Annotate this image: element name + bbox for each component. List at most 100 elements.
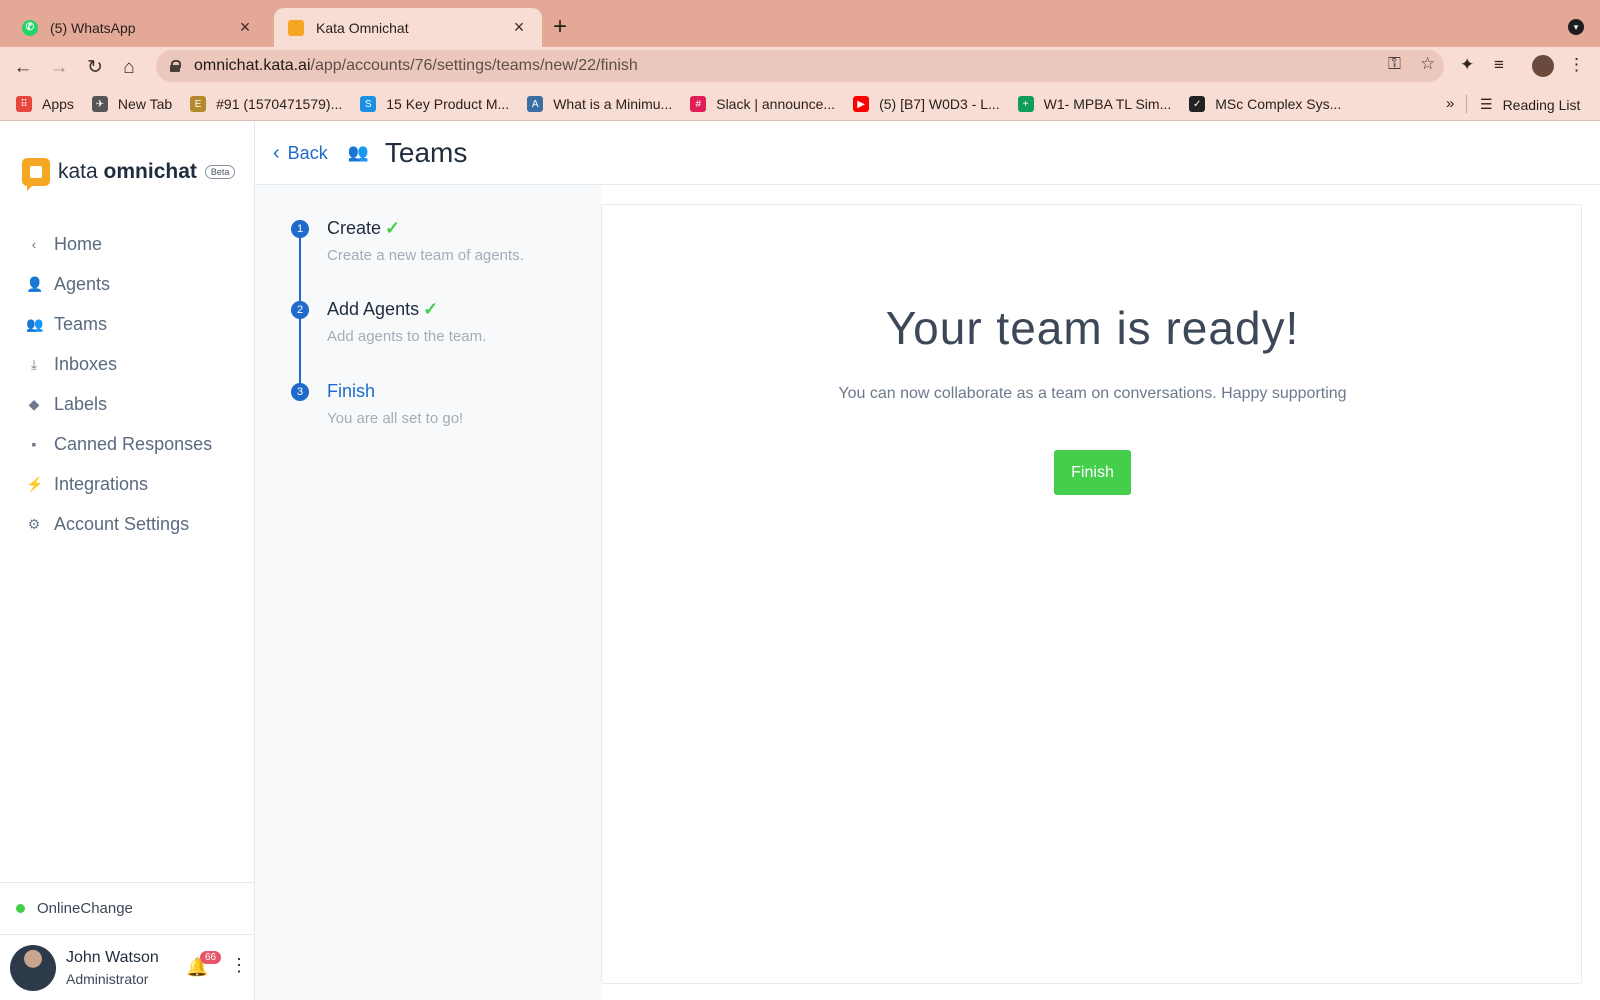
step-description: You are all set to go! [327, 410, 464, 427]
bookmark-icon: E [190, 96, 207, 112]
tab-title: (5) WhatsApp [50, 19, 136, 36]
tab-whatsapp[interactable]: ✆ (5) WhatsApp × [8, 8, 268, 47]
sidebar-item-labels[interactable]: ◆ Labels [0, 384, 254, 424]
bookmark-item[interactable]: ▶ (5) [B7] W0D3 - L... [853, 96, 1000, 112]
kata-logo-icon [22, 158, 50, 191]
label-icon: ◆ [28, 395, 40, 412]
avatar[interactable] [10, 944, 56, 991]
apps-grid-icon: ⠿ [16, 96, 32, 112]
teams-icon: 👥 [26, 315, 44, 332]
sidebar-item-teams[interactable]: 👥 Teams [0, 304, 254, 344]
sidebar-item-label: Teams [54, 313, 108, 334]
lock-icon [170, 60, 181, 72]
step-finish: 3 Finish You are all set to go! [291, 381, 463, 427]
bookmarks-bar: ⠿ Apps ✈ New Tab E #91 (1570471579)... S 15 … [0, 88, 1600, 121]
checkmark-icon: ✓ [385, 218, 401, 238]
teams-icon: 👥 [347, 143, 369, 162]
bookmark-label: New Tab [117, 96, 173, 112]
online-status-dot [16, 904, 25, 913]
close-icon[interactable]: × [510, 17, 528, 38]
bookmark-item[interactable]: S 15 Key Product M... [360, 96, 509, 112]
browser-toolbar: ← → ↻ ⌂ omnichat.kata.ai/app/accounts/76… [0, 47, 1600, 88]
notification-badge: 66 [200, 951, 222, 964]
availability-status: Online Change [0, 882, 254, 934]
bookmark-item[interactable]: ✓ MSc Complex Sys... [1189, 96, 1341, 112]
bookmark-label: MSc Complex Sys... [1215, 96, 1342, 112]
back-button[interactable]: ‹ Back [273, 142, 328, 165]
checkmark-icon: ✓ [423, 299, 439, 319]
step-description: Add agents to the team. [327, 328, 487, 345]
whatsapp-icon: ✆ [22, 19, 38, 36]
change-status-link[interactable]: Change [80, 900, 133, 917]
gear-icon: ⚙ [27, 515, 41, 532]
slack-icon: # [690, 96, 707, 112]
reading-list-button[interactable]: ☰ Reading List [1480, 88, 1580, 121]
step-number: 2 [291, 301, 309, 319]
step-number: 1 [291, 220, 309, 238]
key-icon[interactable]: ⚿ [1388, 54, 1401, 74]
address-bar[interactable]: omnichat.kata.ai/app/accounts/76/setting… [156, 50, 1444, 82]
step-title: Finish [327, 381, 376, 401]
bookmark-label: Slack | announce... [716, 96, 836, 112]
sidebar: kata omnichat Beta ‹ Home 👤 Agents 👥 Teams … [0, 122, 255, 1000]
user-profile[interactable]: John Watson Administrator 🔔 66 ⋮ [0, 934, 254, 1000]
bolt-icon: ⚡ [26, 475, 44, 492]
bookmark-icon: A [527, 96, 544, 112]
bookmark-icon: S [360, 96, 377, 112]
ready-title: Your team is ready! [885, 302, 1300, 354]
sidebar-item-account-settings[interactable]: ⚙ Account Settings [0, 504, 254, 544]
bookmark-item[interactable]: A What is a Minimu... [527, 96, 672, 112]
bookmark-item[interactable]: ⠿ Apps [16, 96, 74, 112]
finish-button[interactable]: Finish [1054, 450, 1131, 495]
bookmark-icon: ✓ [1189, 96, 1206, 112]
reload-icon[interactable]: ↻ [82, 55, 108, 81]
profile-avatar[interactable] [1530, 53, 1556, 79]
star-icon[interactable]: ☆ [1420, 54, 1435, 74]
page-title: Teams [384, 137, 468, 168]
bookmark-item[interactable]: # Slack | announce... [690, 96, 835, 112]
back-label: Back [287, 142, 328, 163]
browser-tab-bar: ✆ (5) WhatsApp × Kata Omnichat × + ▾ [0, 0, 1600, 47]
bookmark-item[interactable]: E #91 (1570471579)... [190, 96, 342, 112]
sidebar-item-label: Account Settings [54, 513, 190, 534]
sheets-icon: + [1017, 96, 1034, 112]
back-arrow-icon[interactable]: ← [10, 55, 36, 81]
step-title: Create ✓ [327, 218, 401, 238]
forward-arrow-icon[interactable]: → [46, 55, 72, 81]
chevron-left-icon: ‹ [273, 141, 280, 164]
more-options-icon[interactable]: ⋮ [230, 955, 248, 976]
bookmark-item[interactable]: + W1- MPBA TL Sim... [1017, 96, 1172, 112]
status-label: Online [37, 900, 81, 917]
close-icon[interactable]: × [236, 17, 254, 38]
chevron-left-icon: ‹ [31, 236, 37, 252]
bookmark-label: What is a Minimu... [553, 96, 673, 112]
extensions-icon[interactable]: ✦ [1460, 55, 1474, 75]
tab-title: Kata Omnichat [316, 19, 409, 36]
media-control-icon[interactable]: ≡ [1494, 55, 1504, 75]
sidebar-item-label: Agents [54, 273, 111, 294]
bookmark-item[interactable]: ✈ New Tab [91, 96, 173, 112]
kebab-menu-icon[interactable]: ⋮ [1568, 55, 1585, 75]
page-header: ‹ Back 👥 Teams [255, 122, 1600, 185]
bookmark-label: W1- MPBA TL Sim... [1043, 96, 1172, 112]
tab-search-icon[interactable]: ▾ [1568, 19, 1584, 35]
tab-kata-omnichat[interactable]: Kata Omnichat × [274, 8, 542, 47]
bookmark-overflow-icon[interactable]: » [1446, 95, 1454, 112]
bookmark-label: 15 Key Product M... [386, 96, 510, 112]
user-name: John Watson [66, 948, 159, 966]
youtube-icon: ▶ [853, 96, 870, 112]
brand-logo[interactable]: kata omnichat Beta [22, 158, 236, 191]
step-create: 1 Create ✓ Create a new team of agents. [291, 218, 524, 264]
sidebar-item-canned-responses[interactable]: ▪ Canned Responses [0, 424, 254, 464]
sidebar-item-inboxes[interactable]: ⤓ Inboxes [0, 344, 254, 384]
beta-badge: Beta [204, 165, 236, 179]
new-tab-button[interactable]: + [553, 12, 567, 42]
sidebar-item-integrations[interactable]: ⚡ Integrations [0, 464, 254, 504]
sidebar-item-label: Home [54, 233, 103, 254]
sidebar-item-agents[interactable]: 👤 Agents [0, 264, 254, 304]
home-icon[interactable]: ⌂ [116, 55, 142, 81]
sidebar-item-label: Inboxes [54, 353, 118, 374]
bookmark-label: #91 (1570471579)... [216, 96, 343, 112]
sidebar-item-home[interactable]: ‹ Home [0, 224, 254, 264]
finish-panel: Your team is ready! You can now collabor… [601, 204, 1582, 984]
